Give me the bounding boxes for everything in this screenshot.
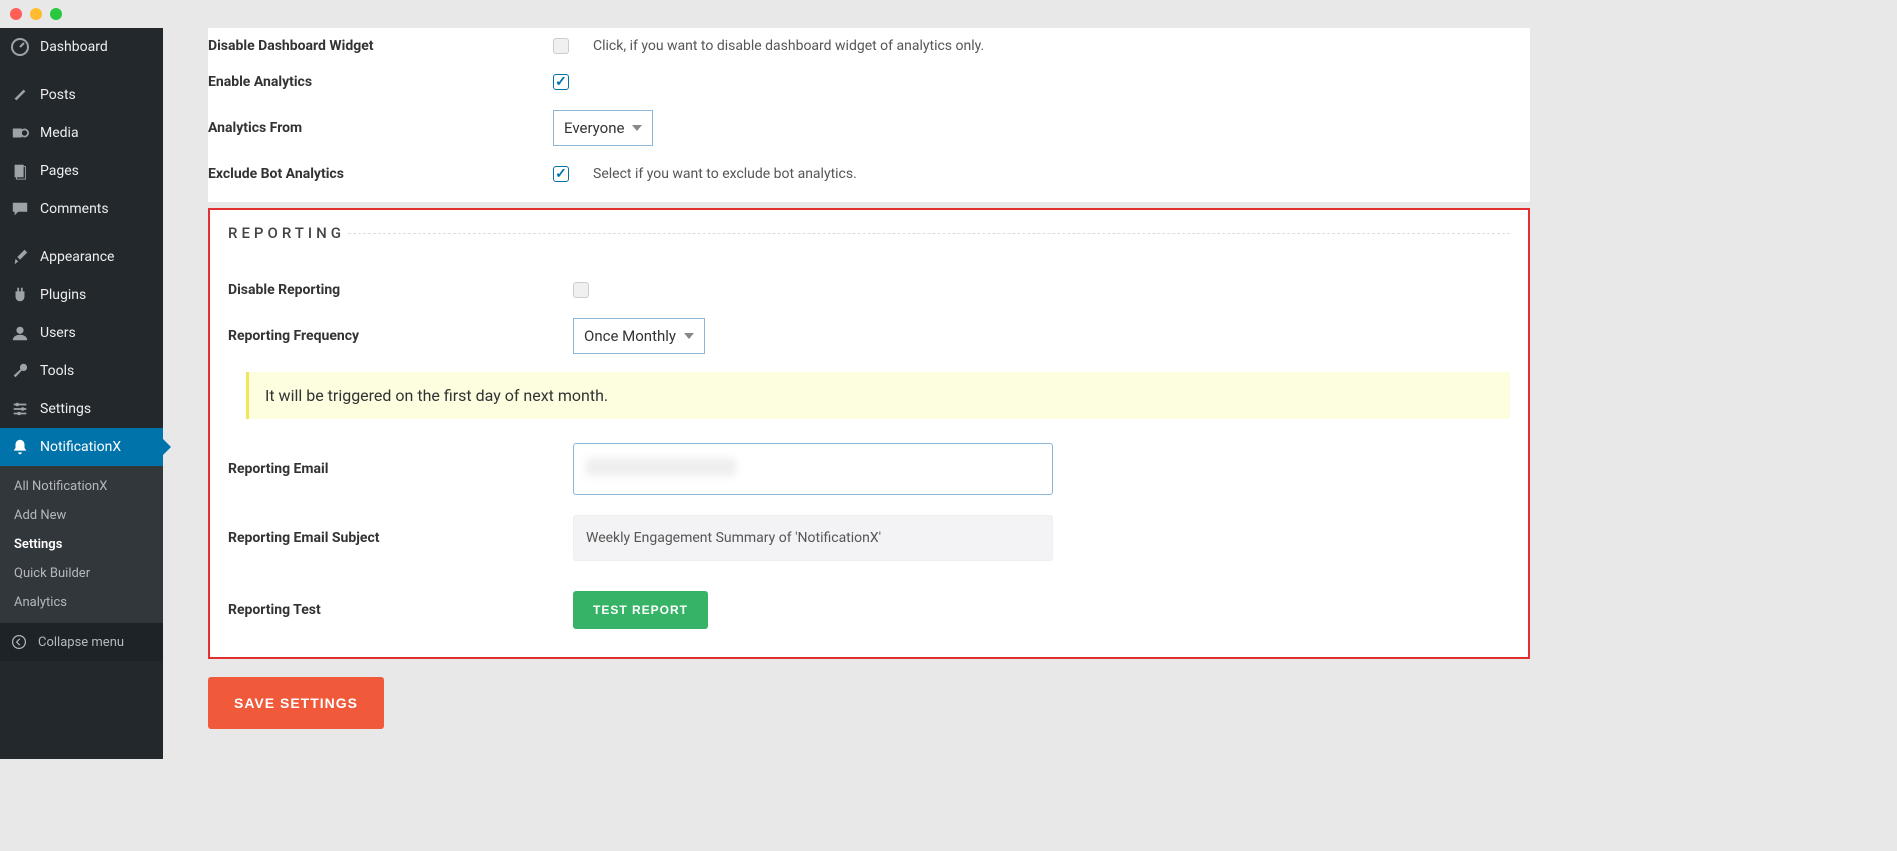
dashboard-icon <box>10 37 30 57</box>
bell-icon <box>10 437 30 457</box>
help-disable-dashboard-widget: Click, if you want to disable dashboard … <box>593 38 984 54</box>
label-analytics-from: Analytics From <box>208 120 553 136</box>
input-reporting-email[interactable] <box>573 443 1053 495</box>
titlebar <box>0 0 1560 28</box>
section-title-reporting: REPORTING <box>228 224 1510 252</box>
main-content: Disable Dashboard Widget Click, if you w… <box>163 28 1560 759</box>
sidebar-item-media[interactable]: Media <box>0 114 163 152</box>
sidebar-item-plugins[interactable]: Plugins <box>0 276 163 314</box>
collapse-icon <box>10 633 28 651</box>
comments-icon <box>10 199 30 219</box>
submenu-item-all[interactable]: All NotificationX <box>0 472 163 501</box>
sidebar-item-tools[interactable]: Tools <box>0 352 163 390</box>
reporting-email-value <box>586 458 736 476</box>
sidebar-item-label: Plugins <box>40 287 86 303</box>
users-icon <box>10 323 30 343</box>
sidebar-item-users[interactable]: Users <box>0 314 163 352</box>
select-analytics-from[interactable]: Everyone <box>553 110 653 146</box>
admin-sidebar: Dashboard Posts Media Pages Comments <box>0 28 163 759</box>
sidebar-item-label: Posts <box>40 87 76 103</box>
sidebar-item-label: Settings <box>40 401 91 417</box>
sidebar-item-appearance[interactable]: Appearance <box>0 238 163 276</box>
submenu-item-quick-builder[interactable]: Quick Builder <box>0 559 163 588</box>
sidebar-item-label: Tools <box>40 363 74 379</box>
reporting-section: REPORTING Disable Reporting Reporting Fr… <box>208 208 1530 659</box>
sidebar-item-settings[interactable]: Settings <box>0 390 163 428</box>
sidebar-item-notificationx[interactable]: NotificationX <box>0 428 163 466</box>
wrench-icon <box>10 361 30 381</box>
label-reporting-subject: Reporting Email Subject <box>228 530 573 546</box>
checkbox-exclude-bot[interactable] <box>553 166 569 182</box>
collapse-menu-label: Collapse menu <box>38 635 124 650</box>
sidebar-item-label: Users <box>40 325 76 341</box>
help-exclude-bot: Select if you want to exclude bot analyt… <box>593 166 857 182</box>
sidebar-item-label: NotificationX <box>40 439 121 455</box>
submenu-item-add-new[interactable]: Add New <box>0 501 163 530</box>
sidebar-item-label: Pages <box>40 163 79 179</box>
pages-icon <box>10 161 30 181</box>
test-report-button[interactable]: TEST REPORT <box>573 591 708 629</box>
sidebar-item-posts[interactable]: Posts <box>0 76 163 114</box>
label-reporting-frequency: Reporting Frequency <box>228 328 573 344</box>
sliders-icon <box>10 399 30 419</box>
label-reporting-test: Reporting Test <box>228 602 573 618</box>
maximize-window-dot[interactable] <box>50 8 62 20</box>
brush-icon <box>10 247 30 267</box>
sidebar-item-label: Dashboard <box>40 39 108 55</box>
submenu-item-analytics[interactable]: Analytics <box>0 588 163 617</box>
label-reporting-email: Reporting Email <box>228 461 573 477</box>
save-settings-button[interactable]: SAVE SETTINGS <box>208 677 384 729</box>
checkbox-disable-reporting[interactable] <box>573 282 589 298</box>
plug-icon <box>10 285 30 305</box>
reporting-frequency-notice: It will be triggered on the first day of… <box>246 372 1510 419</box>
label-disable-dashboard-widget: Disable Dashboard Widget <box>208 38 553 54</box>
sidebar-item-label: Media <box>40 125 79 141</box>
checkbox-disable-dashboard-widget[interactable] <box>553 38 569 54</box>
sidebar-item-comments[interactable]: Comments <box>0 190 163 228</box>
close-window-dot[interactable] <box>10 8 22 20</box>
label-enable-analytics: Enable Analytics <box>208 74 553 90</box>
minimize-window-dot[interactable] <box>30 8 42 20</box>
sidebar-item-pages[interactable]: Pages <box>0 152 163 190</box>
submenu-item-settings[interactable]: Settings <box>0 530 163 559</box>
media-icon <box>10 123 30 143</box>
sidebar-item-dashboard[interactable]: Dashboard <box>0 28 163 66</box>
sidebar-submenu: All NotificationX Add New Settings Quick… <box>0 466 163 623</box>
select-reporting-frequency[interactable]: Once Monthly <box>573 318 705 354</box>
label-exclude-bot: Exclude Bot Analytics <box>208 166 553 182</box>
checkbox-enable-analytics[interactable] <box>553 74 569 90</box>
input-reporting-subject[interactable]: Weekly Engagement Summary of 'Notificati… <box>573 515 1053 561</box>
sidebar-item-label: Comments <box>40 201 109 217</box>
pin-icon <box>10 85 30 105</box>
sidebar-item-label: Appearance <box>40 249 114 265</box>
collapse-menu-button[interactable]: Collapse menu <box>0 623 163 661</box>
label-disable-reporting: Disable Reporting <box>228 282 573 298</box>
